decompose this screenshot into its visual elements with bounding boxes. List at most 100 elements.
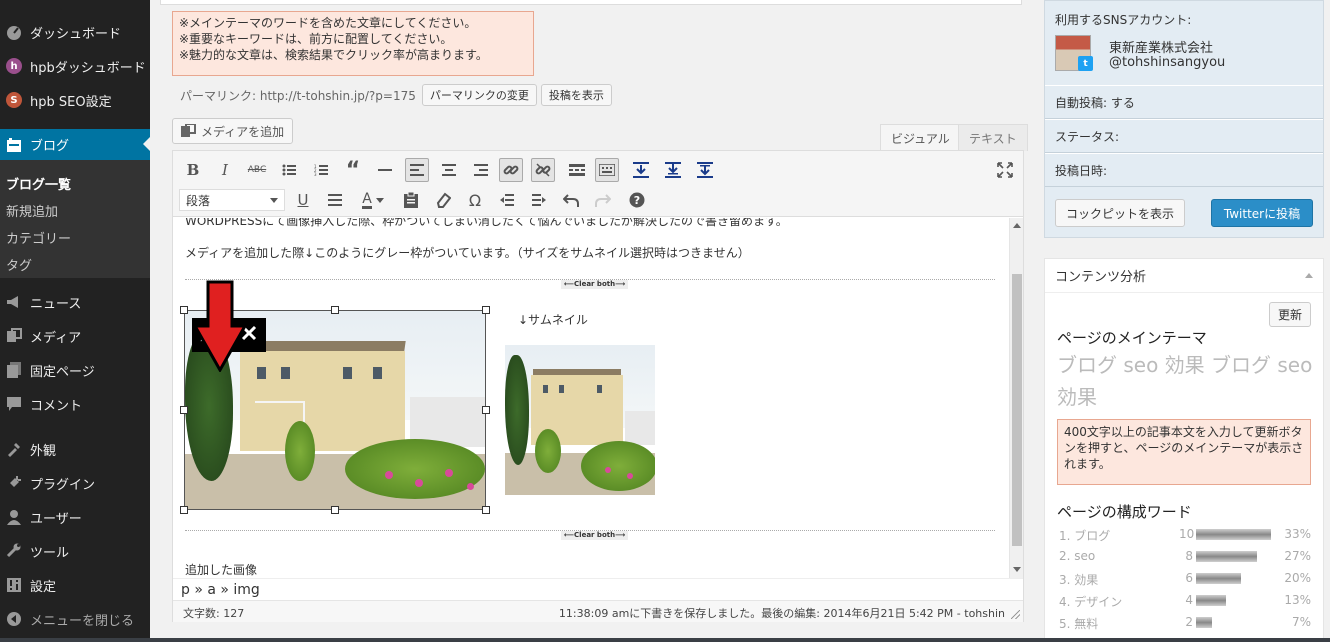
- sidebar-item-blog[interactable]: ブログ: [0, 129, 150, 160]
- sidebar-item-hpb-seo[interactable]: S hpb SEO設定: [0, 85, 150, 115]
- sns-title: 利用するSNSアカウント:: [1055, 13, 1192, 27]
- update-button[interactable]: 更新: [1268, 302, 1311, 327]
- right-sidebar: 利用するSNSアカウント: t 東新産業株式会社 @tohshinsangyou…: [1044, 0, 1330, 642]
- tab-visual[interactable]: ビジュアル: [880, 124, 961, 151]
- add-media-button[interactable]: メディアを追加: [172, 118, 294, 144]
- sidebar-item-hpb-dashboard[interactable]: h hpbダッシュボード: [0, 51, 150, 81]
- insert-middle-button[interactable]: [661, 158, 685, 182]
- submenu-category[interactable]: カテゴリー: [6, 228, 71, 247]
- sidebar-item-dashboard[interactable]: ダッシュボード: [0, 17, 150, 47]
- horizontal-line-button[interactable]: [373, 158, 397, 182]
- paste-text-button[interactable]: [399, 188, 423, 212]
- clear-both-marker: ⟵Clear both⟶: [561, 531, 629, 540]
- thumbnail-image[interactable]: [505, 345, 655, 495]
- justify-button[interactable]: [323, 188, 347, 212]
- submenu-add-new[interactable]: 新規追加: [6, 201, 58, 220]
- sidebar-item-appearance[interactable]: 外観: [0, 434, 150, 464]
- sidebar-item-tools[interactable]: ツール: [0, 536, 150, 566]
- tab-text[interactable]: テキスト: [958, 124, 1028, 151]
- unlink-button[interactable]: [531, 158, 555, 182]
- resize-handle[interactable]: [482, 306, 490, 314]
- insert-bottom-button[interactable]: [693, 158, 717, 182]
- insert-link-button[interactable]: [499, 158, 523, 182]
- sidebar-item-comments[interactable]: コメント: [0, 389, 150, 419]
- bullet-list-button[interactable]: [277, 158, 301, 182]
- sidebar-item-settings[interactable]: 設定: [0, 570, 150, 600]
- submenu-blog-list[interactable]: ブログ一覧: [6, 174, 71, 193]
- scroll-up-icon: [1013, 223, 1021, 228]
- text-color-button[interactable]: A: [355, 188, 391, 212]
- word-name: 3. 効果: [1059, 573, 1099, 587]
- format-select[interactable]: 段落: [179, 189, 285, 211]
- word-count-value: 10: [1179, 527, 1195, 541]
- underline-button[interactable]: U: [291, 188, 315, 212]
- editor-scrollbar[interactable]: [1009, 218, 1023, 578]
- notice-line: ※重要なキーワードは、前方に配置してください。: [179, 32, 453, 46]
- sidebar-item-pages[interactable]: 固定ページ: [0, 355, 150, 385]
- page-icon: [4, 360, 24, 380]
- read-more-button[interactable]: [565, 158, 589, 182]
- help-button[interactable]: ?: [625, 188, 649, 212]
- insert-top-button[interactable]: [629, 158, 653, 182]
- scroll-down-icon: [1013, 567, 1021, 572]
- undo-button[interactable]: [559, 188, 583, 212]
- sidebar-item-users[interactable]: ユーザー: [0, 502, 150, 532]
- italic-button[interactable]: I: [213, 158, 237, 182]
- change-permalink-button[interactable]: パーマリンクの変更: [421, 84, 537, 106]
- align-center-button[interactable]: [437, 158, 461, 182]
- word-name: 4. デザイン: [1059, 595, 1123, 609]
- editor-content[interactable]: WORDPRESSにて画像挿入した際、枠がついてしまい消したくて悩んでいましたが…: [173, 218, 1009, 578]
- redo-button[interactable]: [591, 188, 615, 212]
- resize-grip-icon[interactable]: [1011, 610, 1020, 619]
- show-cockpit-button[interactable]: コックピットを表示: [1055, 199, 1186, 227]
- account-handle: @tohshinsangyou: [1109, 55, 1226, 70]
- seo-icon: S: [4, 90, 24, 110]
- bold-button[interactable]: B: [181, 158, 205, 182]
- autosave-status: 11:38:09 amに下書きを保存しました。最後の編集: 2014年6月21日…: [558, 607, 1005, 620]
- content-paragraph: 追加した画像: [185, 563, 258, 577]
- red-arrow-annotation: [192, 280, 248, 376]
- indent-button[interactable]: [527, 188, 551, 212]
- align-left-button[interactable]: [405, 158, 429, 182]
- resize-handle[interactable]: [180, 306, 188, 314]
- toolbar-toggle-button[interactable]: [595, 158, 619, 182]
- resize-handle[interactable]: [482, 506, 490, 514]
- word-percent: 13%: [1284, 593, 1311, 607]
- strikethrough-button[interactable]: ABC: [245, 158, 269, 182]
- chevron-up-icon[interactable]: [1305, 273, 1313, 278]
- blockquote-button[interactable]: “: [341, 158, 365, 183]
- word-name: 2. seo: [1059, 549, 1096, 563]
- sidebar-item-media[interactable]: メディア: [0, 321, 150, 351]
- word-bar: [1196, 529, 1271, 540]
- sidebar-item-plugins[interactable]: プラグイン: [0, 468, 150, 498]
- sidebar-item-news[interactable]: ニュース: [0, 287, 150, 317]
- seo-notice: ※メインテーマのワードを含めた文章にしてください。 ※重要なキーワードは、前方に…: [172, 11, 534, 76]
- scrollbar-thumb[interactable]: [1012, 274, 1022, 546]
- main-theme-words: ブログ seo 効果 ブログ seo 効果: [1057, 353, 1313, 409]
- clear-formatting-button[interactable]: [431, 188, 455, 212]
- fullscreen-button[interactable]: [993, 158, 1017, 182]
- dashboard-icon: [4, 22, 24, 42]
- post-to-twitter-button[interactable]: Twitterに投稿: [1211, 199, 1313, 227]
- sidebar-item-label: hpb SEO設定: [30, 94, 112, 110]
- resize-handle[interactable]: [331, 506, 339, 514]
- svg-text:?: ?: [634, 194, 640, 207]
- thumbnail-label: ↓サムネイル: [518, 313, 588, 327]
- hpb-icon: h: [4, 56, 24, 76]
- resize-handle[interactable]: [482, 406, 490, 414]
- sidebar-item-label: コメント: [30, 398, 83, 414]
- collapse-menu-button[interactable]: メニューを閉じる: [0, 604, 150, 634]
- resize-handle[interactable]: [180, 406, 188, 414]
- view-post-button[interactable]: 投稿を表示: [540, 84, 612, 106]
- element-path[interactable]: p » a » img: [173, 578, 1023, 600]
- outdent-button[interactable]: [495, 188, 519, 212]
- numbered-list-button[interactable]: 123: [309, 158, 333, 182]
- content-analysis-header[interactable]: コンテンツ分析: [1045, 259, 1323, 293]
- word-name: 1. ブログ: [1059, 529, 1111, 543]
- submenu-tag[interactable]: タグ: [6, 255, 32, 274]
- resize-handle[interactable]: [180, 506, 188, 514]
- sidebar-item-label: ダッシュボード: [30, 26, 122, 42]
- resize-handle[interactable]: [331, 306, 339, 314]
- align-right-button[interactable]: [469, 158, 493, 182]
- special-character-button[interactable]: Ω: [463, 188, 487, 212]
